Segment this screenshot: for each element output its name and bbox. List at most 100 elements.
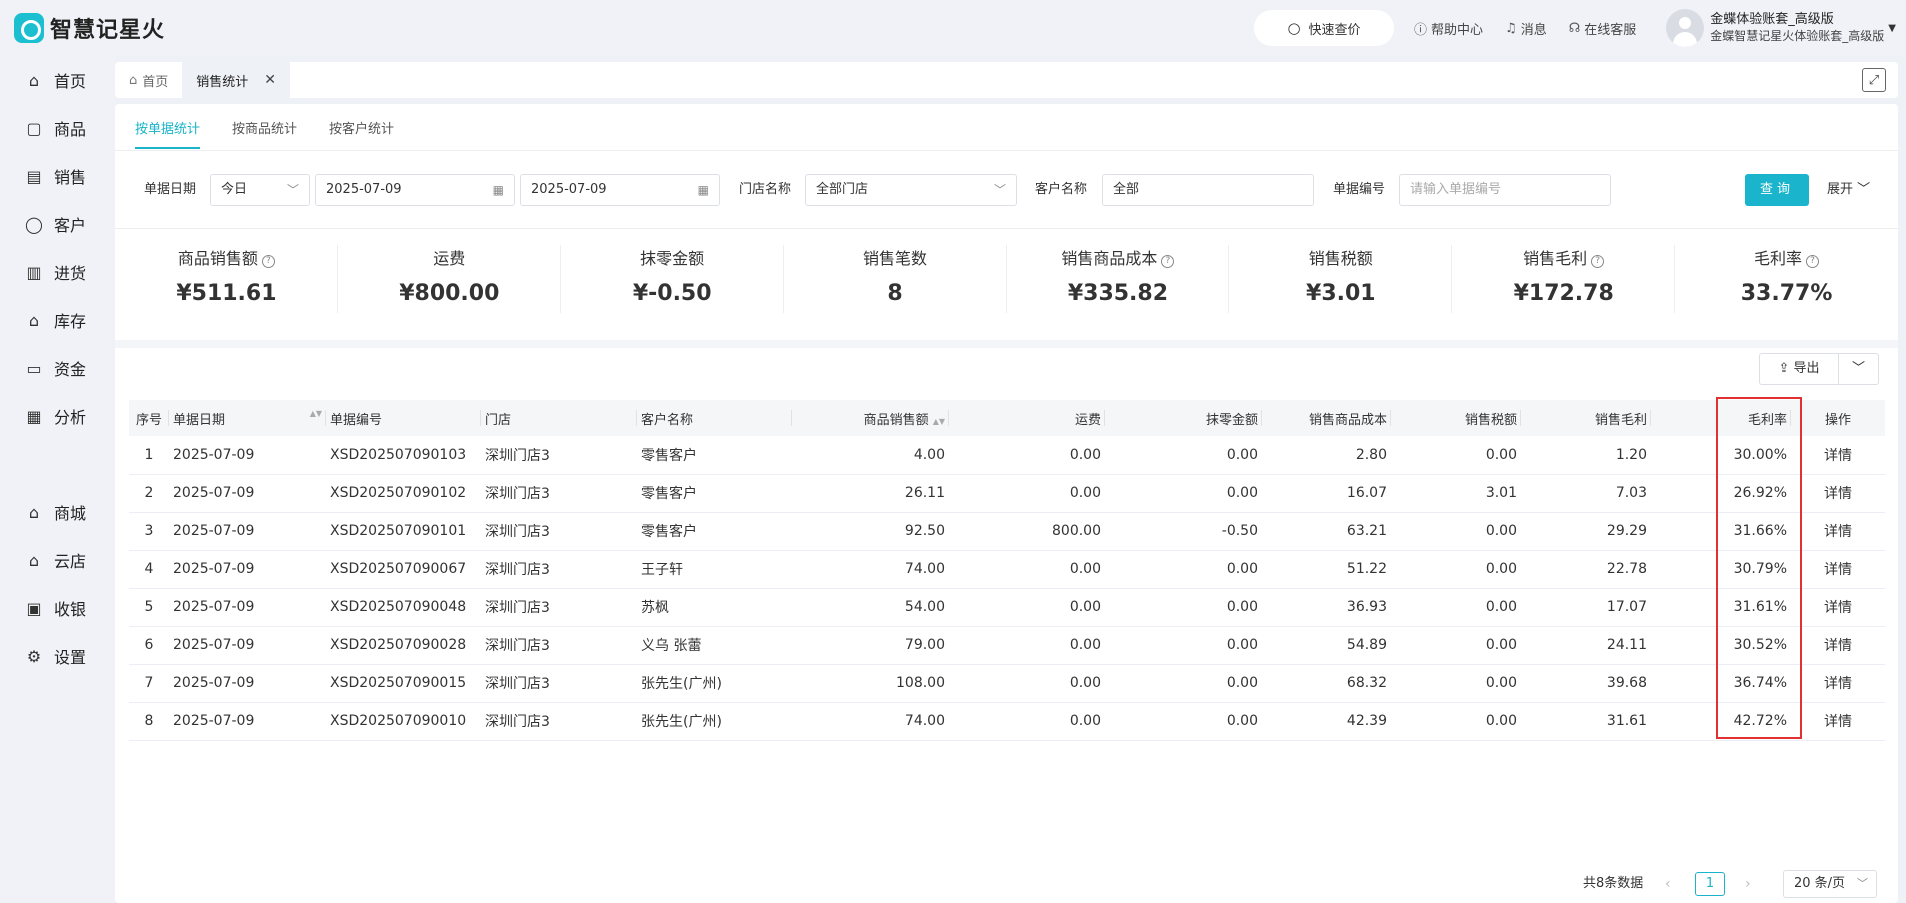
sidebar-item-mall[interactable]: ⌂ 商城 [0,488,115,536]
order-number-input[interactable]: 请输入单据编号 [1399,174,1611,206]
order-number-link[interactable]: XSD202507090015 [326,664,481,703]
stat-label: 抹零金额 [640,249,705,268]
sidebar-item-purchase[interactable]: ▥ 进货 [0,248,115,296]
end-date-input[interactable]: 2025-07-09 ▦ [520,174,720,206]
sidebar-item-analysis[interactable]: ▦ 分析 [0,392,115,440]
messages-link[interactable]: ♫ 消息 [1505,19,1547,38]
avatar [1666,9,1705,47]
tab-by-customer[interactable]: 按客户统计 [329,118,394,149]
pagination: 共8条数据 ‹ 1 › 20 条/页 ﹀ [115,870,1898,898]
help-icon[interactable]: ? [1161,255,1175,268]
query-button[interactable]: 查询 [1745,174,1809,206]
sidebar-item-cashier[interactable]: ▣ 收银 [0,584,115,632]
start-date-input[interactable]: 2025-07-09 ▦ [315,174,515,206]
table-row: 2 2025-07-09 XSD202507090102 深圳门店3 零售客户 26.11… [129,474,1885,513]
details-link[interactable]: 详情 [1791,436,1885,475]
sidebar-item-label: 分析 [54,408,87,427]
details-link[interactable]: 详情 [1791,626,1885,665]
chevron-right-icon[interactable]: › [1745,870,1751,898]
export-button[interactable]: ⇪ 导出 [1759,353,1839,385]
help-icon[interactable]: ? [1806,255,1820,268]
sidebar-item-customers[interactable]: ◯ 客户 [0,200,115,248]
table-row: 8 2025-07-09 XSD202507090010 深圳门店3 张先生(广州) 74… [129,702,1885,741]
sidebar-item-inventory[interactable]: ⌂ 库存 [0,296,115,344]
page-size-select[interactable]: 20 条/页 ﹀ [1783,870,1877,898]
cell-margin: 30.52% [1651,626,1791,665]
online-support-link[interactable]: ☊ 在线客服 [1569,19,1637,38]
details-link[interactable]: 详情 [1791,550,1885,589]
sidebar-item-goods[interactable]: ▢ 商品 [0,104,115,152]
col-header-date[interactable]: 单据日期 ▲▼ [169,400,326,436]
chevron-left-icon[interactable]: ‹ [1665,870,1671,898]
cell-cost: 42.39 [1262,702,1391,741]
sidebar-item-funds[interactable]: ▭ 资金 [0,344,115,392]
page-button-current[interactable]: 1 [1695,872,1725,896]
details-link[interactable]: 详情 [1791,512,1885,551]
details-link[interactable]: 详情 [1791,474,1885,513]
store-value: 全部门店 [816,182,869,197]
sort-icon[interactable]: ▲▼ [933,417,945,426]
upload-icon: ⇪ [1778,361,1790,376]
sidebar-item-label: 库存 [54,312,87,331]
sidebar-item-sales[interactable]: ▤ 销售 [0,152,115,200]
help-icon[interactable]: ? [261,255,275,268]
export-group: ⇪ 导出 ﹀ [1759,353,1879,385]
customer-input[interactable]: 全部 [1102,174,1314,206]
order-number-link[interactable]: XSD202507090010 [326,702,481,741]
expand-button[interactable]: 展开 ﹀ [1827,174,1870,206]
chevron-down-icon: ﹀ [1851,361,1865,376]
quick-search-button[interactable]: ○ 快速查价 [1254,10,1395,46]
cell-gross-profit: 31.61 [1521,702,1651,741]
tab-home[interactable]: ⌂ 首页 [115,62,182,98]
sidebar-item-settings[interactable]: ⚙ 设置 [0,632,115,680]
sidebar-item-home[interactable]: ⌂ 首页 [0,56,115,104]
chevron-down-icon: ﹀ [1857,877,1868,890]
cell-margin: 31.61% [1651,588,1791,627]
order-number-link[interactable]: XSD202507090028 [326,626,481,665]
details-link[interactable]: 详情 [1791,702,1885,741]
store-select[interactable]: 全部门店 ﹀ [805,174,1017,206]
sidebar-item-label: 进货 [54,264,87,283]
fullscreen-icon[interactable]: ⤢ [1862,68,1886,92]
details-link[interactable]: 详情 [1791,588,1885,627]
tab-by-goods[interactable]: 按商品统计 [232,118,297,149]
cell-date: 2025-07-09 [169,550,326,589]
sort-icon[interactable]: ▲▼ [310,409,322,418]
logo[interactable]: 智慧记星火 [14,12,165,44]
chevron-down-icon: ﹀ [1857,182,1871,197]
stat-value: ¥3.01 [1306,281,1376,306]
sidebar-item-label: 客户 [54,216,87,235]
close-icon[interactable]: ✕ [264,72,276,88]
chevron-down-icon: ﹀ [286,183,299,197]
end-date-value: 2025-07-09 [531,182,607,197]
order-number-link[interactable]: XSD202507090103 [326,436,481,475]
tab-by-order[interactable]: 按单据统计 [135,118,201,149]
chevron-down-icon: ﹀ [993,183,1006,197]
help-icon[interactable]: ? [1591,255,1605,268]
order-number-link[interactable]: XSD202507090048 [326,588,481,627]
cell-customer: 零售客户 [637,436,792,475]
cell-date: 2025-07-09 [169,626,326,665]
user-menu[interactable]: 金蝶体验账套_高级版 金蝶智慧记星火体验账套_高级版 ▼ [1666,9,1896,47]
col-header-sales-amount[interactable]: 商品销售额 ▲▼ [792,400,949,436]
order-number-link[interactable]: XSD202507090102 [326,474,481,513]
order-number-link[interactable]: XSD202507090067 [326,550,481,589]
help-center-link[interactable]: ⓘ 帮助中心 [1414,19,1483,38]
expand-label: 展开 [1827,182,1854,197]
date-range-select[interactable]: 今日 ﹀ [210,174,310,206]
sidebar-item-cloud-store[interactable]: ⌂ 云店 [0,536,115,584]
cell-gross-profit: 1.20 [1521,436,1651,475]
col-header-index: 序号 [129,400,169,436]
cell-sales-amount: 74.00 [792,550,949,589]
tab-sales-stats[interactable]: 销售统计 ✕ [182,62,291,98]
cell-margin: 26.92% [1651,474,1791,513]
cell-store: 深圳门店3 [481,512,637,551]
stat-label: 毛利率 [1754,249,1803,268]
export-dropdown-button[interactable]: ﹀ [1839,353,1879,385]
col-header-order-no: 单据编号 [326,400,481,436]
cell-tax: 3.01 [1391,474,1521,513]
details-link[interactable]: 详情 [1791,664,1885,703]
order-number-link[interactable]: XSD202507090101 [326,512,481,551]
wallet-icon: ▭ [26,358,42,378]
